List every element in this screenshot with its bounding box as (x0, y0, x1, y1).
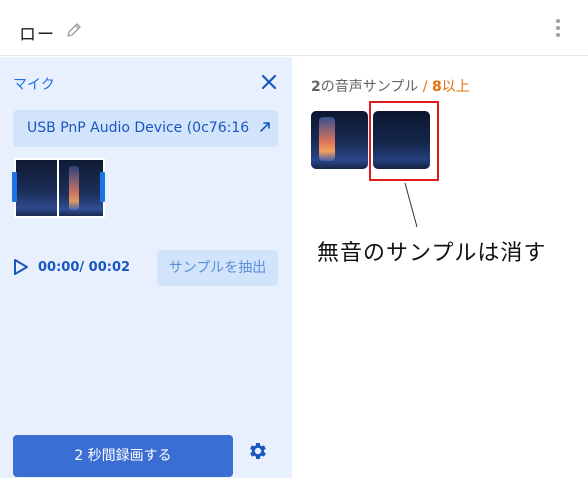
sample-count-value: 2 (311, 79, 321, 95)
close-icon[interactable] (261, 74, 277, 90)
trim-handle-right[interactable] (100, 172, 105, 202)
waveform-segment (59, 160, 103, 216)
play-icon[interactable] (13, 258, 29, 276)
waveform-preview (14, 158, 105, 218)
extract-sample-button[interactable]: サンプルを抽出 (157, 250, 278, 286)
waveform-segment (16, 160, 57, 216)
sample-count: 2の音声サンプル / 8以上 (311, 76, 470, 96)
annotation-highlight-box (369, 101, 439, 181)
sample-thumbnail[interactable] (311, 111, 368, 169)
sample-count-slash: / (418, 79, 432, 95)
external-arrow-icon (258, 120, 272, 134)
mic-label: マイク (13, 77, 55, 93)
device-name: USB PnP Audio Device (0c76:16 (27, 120, 250, 136)
header-bar: ロー (0, 0, 588, 56)
record-button[interactable]: 2 秒間録画する (13, 435, 233, 477)
project-title: ロー (19, 25, 55, 45)
samples-panel: 2の音声サンプル / 8以上 無音のサンプルは消す (293, 57, 588, 478)
gear-icon[interactable] (247, 440, 269, 462)
device-selector[interactable]: USB PnP Audio Device (0c76:16 (13, 110, 278, 147)
annotation-text: 無音のサンプルは消す (317, 241, 547, 266)
input-panel: マイク USB PnP Audio Device (0c76:16 00:00/… (0, 57, 292, 478)
time-display: 00:00/ 00:02 (38, 260, 131, 275)
trim-handle-left[interactable] (12, 172, 17, 202)
sample-required-text: 以上 (441, 79, 470, 95)
sample-count-text: の音声サンプル (320, 79, 419, 95)
pencil-icon[interactable] (66, 22, 82, 38)
more-vert-icon[interactable] (552, 19, 564, 39)
sample-required-value: 8 (431, 79, 442, 95)
